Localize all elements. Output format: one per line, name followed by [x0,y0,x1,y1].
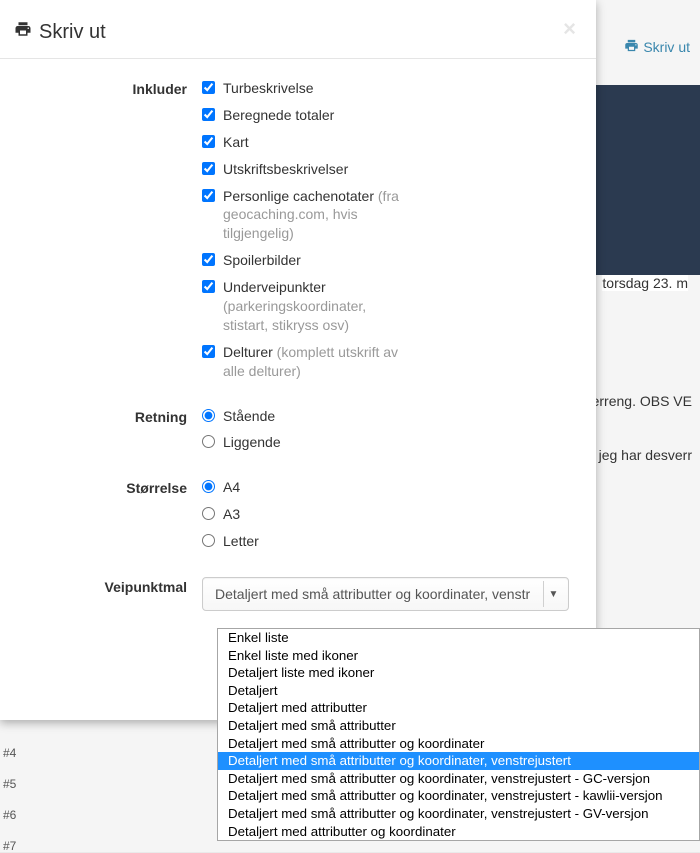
size-item: Letter [202,532,581,551]
dropdown-option[interactable]: Detaljert med små attributter og koordin… [218,805,699,823]
bg-row-4: #4 [3,746,16,760]
orientation-label: Retning [15,407,202,425]
template-selected-text: Detaljert med små attributter og koordin… [215,586,530,602]
size-radio[interactable] [202,534,215,547]
size-radio[interactable] [202,507,215,520]
size-item-label[interactable]: A3 [223,505,240,524]
dropdown-option[interactable]: Detaljert [218,682,699,700]
include-controls: Turbeskrivelse Beregnede totaler Kart Utskr… [202,79,581,389]
include-item: Underveipunkter (parkeringskoordinater, … [202,278,581,335]
dropdown-option[interactable]: Detaljert med små attributter og koordin… [218,735,699,753]
modal-header: Skriv ut × [0,0,596,59]
include-checkbox[interactable] [202,108,215,121]
include-item: Beregnede totaler [202,106,581,125]
include-item-label[interactable]: Spoilerbilder [223,251,301,270]
template-select[interactable]: Detaljert med små attributter og koordin… [202,577,569,611]
include-row: Inkluder Turbeskrivelse Beregnede totaler… [15,79,581,389]
include-checkbox[interactable] [202,253,215,266]
include-item-label[interactable]: Utskriftsbeskrivelser [223,160,348,179]
print-link[interactable]: Skriv ut [624,38,690,56]
template-row: Veipunktmal Detaljert med små attributte… [15,577,581,611]
print-link-label: Skriv ut [643,39,690,55]
print-modal: Skriv ut × Inkluder Turbeskrivelse Beregn… [0,0,596,720]
include-item-label[interactable]: Underveipunkter (parkeringskoordinater, … [223,278,413,335]
orientation-item-label[interactable]: Stående [223,407,275,426]
size-item-label[interactable]: Letter [223,532,259,551]
bg-row-6: #6 [3,808,16,822]
include-checkbox[interactable] [202,81,215,94]
include-item: Delturer (komplett utskrift av alle delt… [202,343,581,381]
bg-text-1: terreng. OBS VE [588,393,692,409]
include-item: Kart [202,133,581,152]
bg-date: torsdag 23. m [602,275,688,291]
modal-body: Inkluder Turbeskrivelse Beregnede totaler… [0,59,596,635]
include-checkbox[interactable] [202,345,215,358]
template-select-wrap: Detaljert med små attributter og koordin… [202,577,569,611]
include-checkbox[interactable] [202,189,215,202]
dropdown-option[interactable]: Enkel liste med ikoner [218,647,699,665]
size-item-label[interactable]: A4 [223,478,240,497]
include-item: Turbeskrivelse [202,79,581,98]
dropdown-option[interactable]: Detaljert med små attributter [218,717,699,735]
size-item: A3 [202,505,581,524]
include-checkbox[interactable] [202,135,215,148]
include-item-label[interactable]: Kart [223,133,249,152]
orientation-radio[interactable] [202,409,215,422]
bg-row-5: #5 [3,777,16,791]
size-item: A4 [202,478,581,497]
include-item-label[interactable]: Turbeskrivelse [223,79,314,98]
include-item-label[interactable]: Personlige cachenotater (fra geocaching.… [223,187,413,244]
include-item: Personlige cachenotater (fra geocaching.… [202,187,581,244]
include-item-hint: (parkeringskoordinater, stistart, stikry… [223,298,366,333]
orientation-controls: Stående Liggende [202,407,581,461]
template-dropdown[interactable]: Enkel listeEnkel liste med ikonerDetalje… [217,628,700,841]
include-checkbox[interactable] [202,280,215,293]
orientation-row: Retning Stående Liggende [15,407,581,461]
size-label: Størrelse [15,478,202,496]
orientation-item: Liggende [202,433,581,452]
include-item-label[interactable]: Delturer (komplett utskrift av alle delt… [223,343,413,381]
print-icon [14,20,32,44]
bg-row-7: #7 [3,839,16,853]
dropdown-option[interactable]: Detaljert med attributter [218,699,699,717]
dropdown-option[interactable]: Detaljert med attributter og koordinater [218,823,699,841]
include-label: Inkluder [15,79,202,97]
dropdown-option[interactable]: Enkel liste [218,629,699,647]
orientation-item-label[interactable]: Liggende [223,433,281,452]
modal-title-text: Skriv ut [39,21,106,44]
dropdown-option[interactable]: Detaljert liste med ikoner [218,664,699,682]
include-item: Spoilerbilder [202,251,581,270]
size-row: Størrelse A4 A3 Letter [15,478,581,559]
template-controls: Detaljert med små attributter og koordin… [202,577,581,611]
include-item: Utskriftsbeskrivelser [202,160,581,179]
orientation-radio[interactable] [202,435,215,448]
chevron-down-icon: ▼ [543,581,563,607]
dropdown-option[interactable]: Detaljert med små attributter og koordin… [218,770,699,788]
size-controls: A4 A3 Letter [202,478,581,559]
bg-text-2: , jeg har desverr [591,447,692,463]
include-checkbox[interactable] [202,162,215,175]
print-icon [624,38,639,56]
size-radio[interactable] [202,480,215,493]
include-item-label[interactable]: Beregnede totaler [223,106,334,125]
modal-title: Skriv ut [14,20,106,44]
orientation-item: Stående [202,407,581,426]
close-button[interactable]: × [563,18,576,40]
dropdown-option[interactable]: Detaljert med små attributter og koordin… [218,752,699,770]
template-label: Veipunktmal [15,577,202,595]
dropdown-option[interactable]: Detaljert med små attributter og koordin… [218,787,699,805]
